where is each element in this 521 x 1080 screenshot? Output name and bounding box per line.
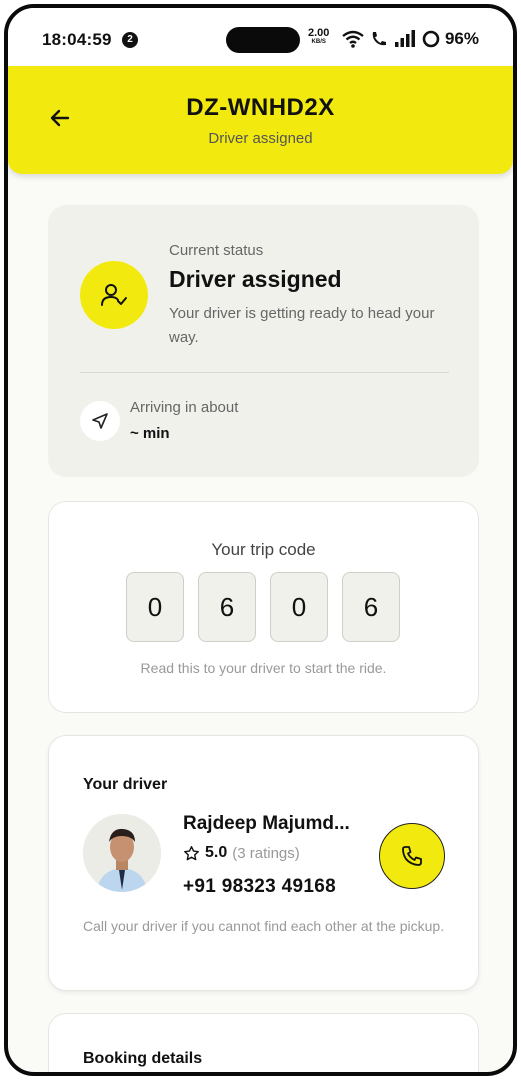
driver-phone: +91 98323 49168 <box>183 876 336 897</box>
code-digit: 6 <box>198 572 256 642</box>
navigation-icon <box>92 413 108 429</box>
driver-name: Rajdeep Majumd... <box>183 813 350 834</box>
driver-rating: 5.0 (3 ratings) <box>183 844 300 862</box>
phone-icon <box>402 846 422 866</box>
arrival-value: ~ min <box>130 425 170 442</box>
rating-value: 5.0 <box>205 844 228 861</box>
user-check-icon <box>101 284 127 306</box>
app-header: DZ-WNHD2X Driver assigned <box>8 66 513 174</box>
status-time: 18:04:59 <box>42 30 112 49</box>
booking-heading: Booking details <box>83 1050 203 1067</box>
booking-details-card: Booking details <box>48 1013 479 1072</box>
trip-code-title: Your trip code <box>211 540 316 559</box>
star-outline-icon <box>184 845 199 860</box>
header-subtitle: Driver assigned <box>208 130 313 147</box>
battery-ring-icon <box>422 30 440 48</box>
code-digit: 6 <box>342 572 400 642</box>
notification-badge: 2 <box>122 32 138 48</box>
arrival-icon-wrap <box>80 401 120 441</box>
network-speed: 2.00 KB/S <box>308 27 330 47</box>
trip-code-digits: 0 6 0 6 <box>126 572 400 642</box>
speed-unit: KB/S <box>311 39 326 45</box>
driver-photo-illustration <box>83 814 161 892</box>
booking-id: DZ-WNHD2X <box>186 94 335 121</box>
driver-card: Your driver Rajdeep Majumd... 5.0 (3 rat… <box>48 735 479 991</box>
driver-heading: Your driver <box>83 776 168 793</box>
call-driver-button[interactable] <box>379 823 445 889</box>
phone-frame: 18:04:59 2 2.00 KB/S 96% DZ-WNHD2X Drive… <box>4 4 517 1076</box>
rating-count: (3 ratings) <box>232 844 300 862</box>
status-title: Driver assigned <box>169 266 342 292</box>
wifi-calling-icon <box>372 32 386 46</box>
status-avatar <box>80 261 148 329</box>
status-description: Your driver is getting ready to head you… <box>169 305 435 346</box>
status-icons <box>342 28 440 50</box>
arrival-label: Arriving in about <box>130 399 239 416</box>
trip-code-card: Your trip code 0 6 0 6 Read this to your… <box>48 501 479 713</box>
trip-code-hint: Read this to your driver to start the ri… <box>140 660 387 676</box>
camera-cutout <box>226 27 300 53</box>
signal-icon <box>395 30 415 47</box>
speed-value: 2.00 <box>308 27 330 39</box>
code-digit: 0 <box>270 572 328 642</box>
status-label: Current status <box>169 242 264 259</box>
status-bar: 18:04:59 2 2.00 KB/S 96% <box>8 8 513 66</box>
status-card: Current status Driver assigned Your driv… <box>48 205 479 477</box>
code-digit: 0 <box>126 572 184 642</box>
divider <box>80 372 449 373</box>
driver-avatar <box>83 814 161 892</box>
battery-percent: 96% <box>444 29 479 48</box>
wifi-icon <box>342 30 364 48</box>
driver-note: Call your driver if you cannot find each… <box>83 918 445 934</box>
